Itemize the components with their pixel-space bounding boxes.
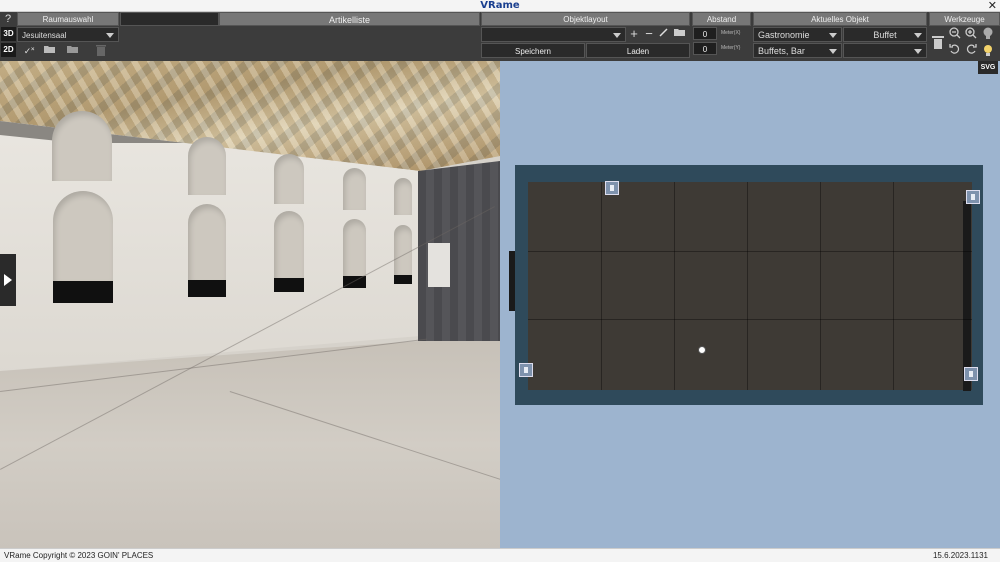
category-select[interactable]: Gastronomie xyxy=(753,27,842,42)
app-title: VRame xyxy=(480,0,520,11)
buffet-marker[interactable] xyxy=(605,181,619,195)
zoom-in-icon[interactable] xyxy=(964,27,978,41)
raumauswahl-header: Raumauswahl xyxy=(17,12,119,26)
folder-icon[interactable] xyxy=(673,27,687,41)
buffet-marker[interactable] xyxy=(964,367,978,381)
rotate-right-icon[interactable] xyxy=(964,43,978,57)
category-select-value: Gastronomie xyxy=(758,30,810,40)
artikelliste-tab[interactable]: Artikelliste xyxy=(219,12,480,26)
subcategory-select-value: Buffets, Bar xyxy=(758,46,805,56)
distance-x-input[interactable]: 0 xyxy=(693,27,717,40)
objektlayout-header: Objektlayout xyxy=(481,12,690,26)
camera-position-marker[interactable] xyxy=(698,346,706,354)
add-icon[interactable]: + xyxy=(627,27,641,41)
folder-open-icon[interactable] xyxy=(43,44,57,58)
grid-line xyxy=(528,319,972,320)
arch-base xyxy=(394,275,412,284)
pencil-icon[interactable] xyxy=(657,27,671,41)
arch-base xyxy=(343,276,366,288)
hall-floor xyxy=(0,341,500,548)
arch-base xyxy=(274,278,304,292)
chevron-down-icon xyxy=(829,33,837,38)
minus-icon[interactable]: − xyxy=(642,27,656,41)
view-3d-button[interactable]: 3D xyxy=(1,27,16,41)
room-floor xyxy=(528,182,972,390)
buffet-marker[interactable] xyxy=(966,190,980,204)
room-entrance xyxy=(509,251,515,311)
werkzeuge-header: Werkzeuge xyxy=(929,12,1000,26)
wall-niche xyxy=(343,168,366,210)
layout-select[interactable] xyxy=(481,27,626,42)
view-3d-viewport[interactable] xyxy=(0,61,500,548)
wall-arch xyxy=(274,211,304,279)
side-panel-expander[interactable] xyxy=(0,254,16,306)
arch-base xyxy=(188,280,226,297)
chevron-right-icon xyxy=(4,274,12,286)
side-door xyxy=(428,243,450,287)
room-select-value: Jesuitensaal xyxy=(22,31,67,40)
check-icon[interactable]: ✓˟ xyxy=(22,44,36,58)
aktuelles-objekt-header: Aktuelles Objekt xyxy=(753,12,927,26)
buffet-marker[interactable] xyxy=(519,363,533,377)
chevron-down-icon xyxy=(106,33,114,38)
help-icon[interactable]: ? xyxy=(1,12,15,26)
rotate-left-icon[interactable] xyxy=(948,43,962,57)
copyright-text: VRame Copyright © 2023 GOIN' PLACES xyxy=(4,551,154,560)
grid-line xyxy=(674,182,675,390)
arch-base xyxy=(53,281,113,303)
folder-icon[interactable] xyxy=(66,44,80,58)
load-button[interactable]: Laden xyxy=(586,43,690,58)
save-button[interactable]: Speichern xyxy=(481,43,585,58)
view-2d-floorplan[interactable]: SVG xyxy=(500,61,1000,548)
distance-x-unit: Meter(X) xyxy=(721,30,741,36)
variant-select[interactable] xyxy=(843,43,927,58)
grid-line xyxy=(747,182,748,390)
grid-line xyxy=(893,182,894,390)
wall-arch xyxy=(343,219,366,276)
artikelliste-spacer xyxy=(120,12,219,26)
zoom-out-icon[interactable] xyxy=(948,27,962,41)
status-bar: VRame Copyright © 2023 GOIN' PLACES 15.6… xyxy=(0,548,1000,562)
distance-y-unit: Meter(Y) xyxy=(721,45,741,51)
subcategory-select[interactable]: Buffets, Bar xyxy=(753,43,842,58)
toolbar: ? 3D 2D Raumauswahl Jesuitensaal ✓˟ Arti… xyxy=(0,12,1000,61)
wall-arch xyxy=(188,204,226,281)
chevron-down-icon xyxy=(914,33,922,38)
lightbulb-icon[interactable] xyxy=(981,27,995,41)
wall-niche xyxy=(188,137,226,195)
distance-y-input[interactable]: 0 xyxy=(693,42,717,55)
abstand-header: Abstand xyxy=(692,12,751,26)
title-bar: VRame ✕ xyxy=(0,0,1000,12)
export-svg-button[interactable]: SVG xyxy=(978,61,998,74)
chevron-down-icon xyxy=(914,49,922,54)
chevron-down-icon xyxy=(829,49,837,54)
type-select-value: Buffet xyxy=(873,30,897,40)
wall-niche xyxy=(394,178,412,215)
trash-icon[interactable] xyxy=(930,35,946,53)
type-select[interactable]: Buffet xyxy=(843,27,927,42)
grid-line xyxy=(601,182,602,390)
light-on-icon[interactable] xyxy=(981,43,995,57)
close-icon[interactable]: ✕ xyxy=(988,0,997,12)
wall-arch xyxy=(53,191,113,281)
view-2d-button[interactable]: 2D xyxy=(1,43,16,57)
room-wall-edge xyxy=(963,201,971,391)
grid-line xyxy=(528,251,972,252)
wall-niche xyxy=(274,154,304,204)
room-select[interactable]: Jesuitensaal xyxy=(17,27,119,42)
app-window: VRame ✕ ? 3D 2D Raumauswahl Jesuitensaal… xyxy=(0,0,1000,562)
grid-line xyxy=(820,182,821,390)
trash-icon[interactable] xyxy=(94,44,108,58)
chevron-down-icon xyxy=(613,33,621,38)
wall-niche xyxy=(52,111,112,181)
version-text: 15.6.2023.1131 xyxy=(932,551,988,560)
